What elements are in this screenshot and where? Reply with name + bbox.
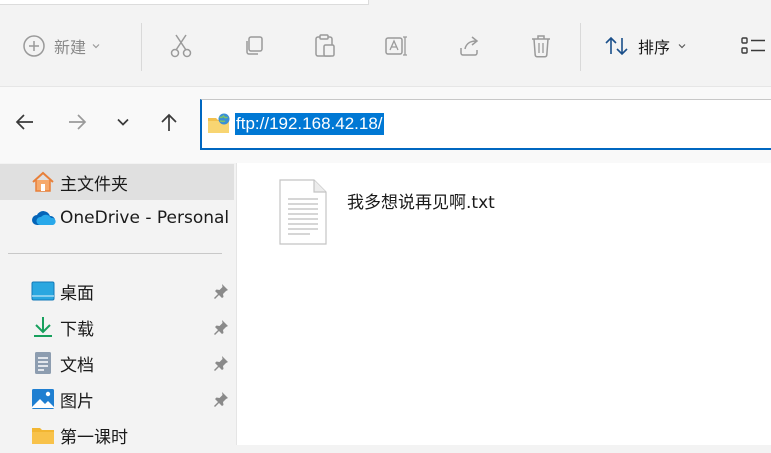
- file-list: 我多想说再见啊.txt: [237, 163, 771, 445]
- sidebar-item-home[interactable]: 主文件夹: [0, 164, 234, 200]
- sidebar-item-label: 第一课时: [60, 427, 128, 448]
- command-bar: 新建 排序: [0, 5, 771, 86]
- share-icon: [457, 34, 481, 58]
- delete-button[interactable]: [527, 27, 555, 65]
- back-button[interactable]: [10, 109, 40, 139]
- file-item[interactable]: 我多想说再见啊.txt: [277, 179, 577, 249]
- trash-icon: [529, 33, 553, 59]
- navigation-pane: 主文件夹 OneDrive - Personal 桌面 下载 文档 图片 第一课…: [0, 163, 236, 448]
- toolbar-separator: [580, 23, 581, 71]
- sort-button-label: 排序: [638, 38, 671, 57]
- pin-icon[interactable]: [213, 283, 229, 299]
- chevron-down-icon: [91, 41, 101, 51]
- document-icon: [31, 351, 55, 375]
- share-button[interactable]: [455, 27, 483, 65]
- network-folder-icon: [207, 112, 231, 136]
- paste-icon: [313, 33, 337, 59]
- pin-icon[interactable]: [213, 319, 229, 335]
- paste-button[interactable]: [311, 27, 339, 65]
- sidebar-item-label: 文档: [60, 355, 94, 376]
- sidebar-item-documents[interactable]: 文档: [0, 345, 236, 381]
- desktop-icon: [31, 279, 55, 303]
- onedrive-icon: [31, 206, 56, 230]
- up-button[interactable]: [154, 109, 184, 139]
- arrow-right-icon: [66, 111, 88, 137]
- sidebar-item-label: OneDrive - Personal: [60, 208, 230, 228]
- chevron-down-icon: [677, 41, 687, 51]
- rename-icon: [384, 34, 410, 58]
- sidebar-item-label: 主文件夹: [60, 174, 128, 195]
- new-button[interactable]: 新建: [22, 27, 101, 65]
- address-path: ftp://192.168.42.18/: [235, 113, 384, 135]
- text-file-icon: [277, 179, 329, 249]
- cut-button[interactable]: [167, 27, 195, 65]
- copy-icon: [242, 34, 266, 58]
- view-button[interactable]: [738, 27, 768, 65]
- home-icon: [31, 170, 55, 194]
- sort-button[interactable]: 排序: [604, 27, 687, 65]
- sidebar-item-label: 桌面: [60, 283, 94, 304]
- sidebar-item-onedrive[interactable]: OneDrive - Personal: [0, 200, 236, 236]
- sidebar-item-pictures[interactable]: 图片: [0, 381, 236, 417]
- forward-button[interactable]: [62, 109, 92, 139]
- folder-icon: [31, 423, 55, 447]
- sort-icon: [604, 34, 630, 58]
- address-bar[interactable]: ftp://192.168.42.18/: [200, 99, 771, 150]
- pin-icon[interactable]: [213, 355, 229, 371]
- new-button-label: 新建: [54, 38, 87, 57]
- file-name: 我多想说再见啊.txt: [347, 193, 495, 213]
- recent-locations-button[interactable]: [108, 109, 138, 139]
- pin-icon[interactable]: [213, 391, 229, 407]
- sidebar-item-label: 图片: [60, 391, 94, 412]
- sidebar-divider: [8, 253, 222, 254]
- sidebar-item-downloads[interactable]: 下载: [0, 309, 236, 345]
- plus-circle-icon: [22, 34, 46, 58]
- toolbar-separator: [141, 23, 142, 71]
- arrow-left-icon: [14, 111, 36, 137]
- download-icon: [31, 315, 55, 339]
- rename-button[interactable]: [383, 27, 411, 65]
- view-icon: [740, 35, 766, 57]
- arrow-up-icon: [158, 111, 180, 137]
- chevron-down-icon: [115, 114, 131, 134]
- scissors-icon: [169, 33, 193, 59]
- sidebar-item-desktop[interactable]: 桌面: [0, 273, 236, 309]
- sidebar-item-label: 下载: [60, 319, 94, 340]
- picture-icon: [31, 387, 55, 411]
- sidebar-item-folder[interactable]: 第一课时: [0, 417, 236, 453]
- copy-button[interactable]: [240, 27, 268, 65]
- navigation-bar: ftp://192.168.42.18/: [0, 86, 771, 164]
